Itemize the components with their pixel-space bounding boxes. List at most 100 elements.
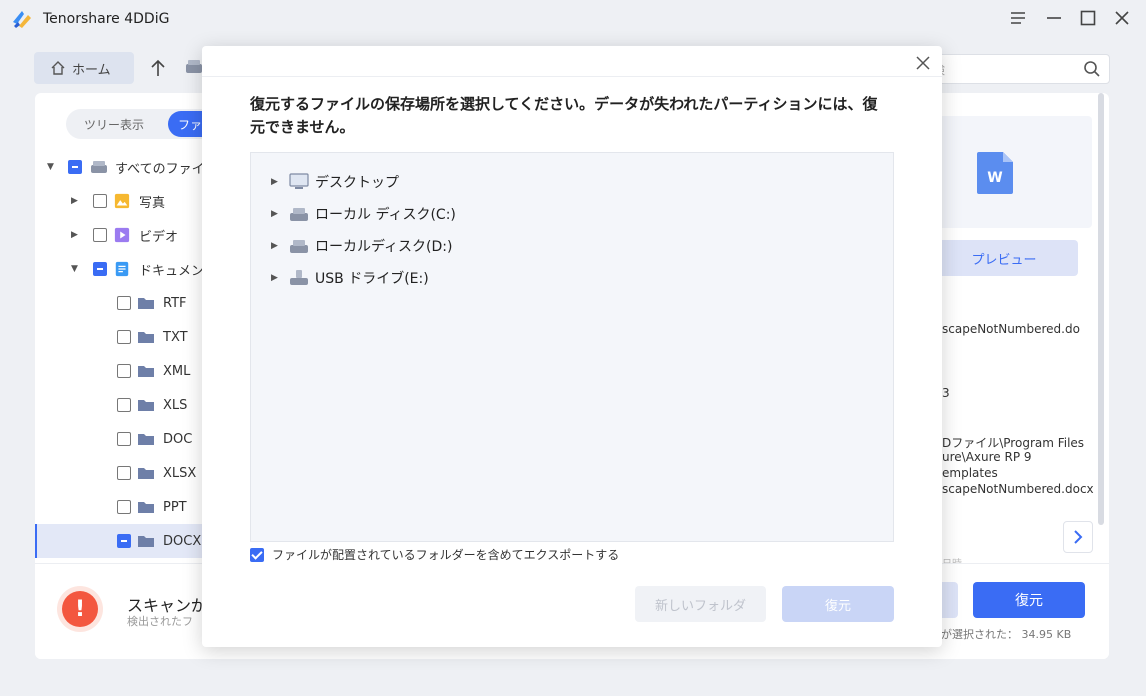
tree-view-toggle[interactable]: ツリー表示 (84, 116, 144, 133)
tree-item-docx[interactable]: DOCX (35, 524, 205, 558)
new-folder-button[interactable]: 新しいフォルダ (635, 586, 766, 622)
file-path-line: scapeNotNumbered.docx (942, 482, 1094, 496)
tree-item-videos[interactable]: ▶ ビデオ (35, 218, 205, 252)
scan-status-subtitle: 検出されたフ (127, 615, 193, 628)
restore-button[interactable]: 復元 (973, 582, 1085, 618)
checkbox[interactable] (117, 432, 131, 446)
tree-item-ppt[interactable]: PPT (35, 490, 205, 524)
chevron-right-icon (1074, 530, 1083, 544)
checkbox[interactable] (117, 330, 131, 344)
export-with-folder-option[interactable]: ファイルが配置されているフォルダーを含めてエクスポートする (250, 546, 619, 563)
home-icon (51, 61, 65, 75)
tree-item-label: TXT (163, 329, 188, 345)
caret-right-icon[interactable]: ▶ (71, 196, 78, 206)
tree-item-label: DOC (163, 431, 193, 447)
checkbox[interactable] (93, 194, 107, 208)
checkbox[interactable] (117, 466, 131, 480)
tree-item-label: ドキュメン (139, 263, 205, 279)
checkbox[interactable] (117, 398, 131, 412)
checkbox[interactable] (68, 160, 82, 174)
export-checkbox[interactable] (250, 547, 264, 562)
selected-size-text: ルが選択された： 34.95 KB (930, 628, 1072, 641)
next-button[interactable] (1063, 521, 1093, 553)
close-icon[interactable] (1112, 8, 1132, 28)
caret-right-icon[interactable]: ▶ (271, 209, 283, 219)
tree-item-documents[interactable]: ▼ ドキュメン (35, 252, 205, 286)
tree-item-rtf[interactable]: RTF (35, 286, 205, 320)
folder-icon (138, 400, 154, 411)
tree-item-label: PPT (163, 499, 187, 515)
usb-drive-icon (290, 270, 308, 285)
tree-item-label: ビデオ (139, 229, 179, 245)
folder-icon (138, 434, 154, 445)
dialog-heading: 復元するファイルの保存場所を選択してください。データが失われたパーティションには… (250, 95, 878, 136)
checkbox[interactable] (117, 296, 131, 310)
search-input[interactable]: 検 (920, 54, 1110, 84)
file-path-line: emplates (942, 466, 998, 480)
tree-item-label: XLS (163, 397, 188, 413)
tree-item-xlsx[interactable]: XLSX (35, 456, 205, 490)
tree-item-txt[interactable]: TXT (35, 320, 205, 354)
location-label: USB ドライブ(E:) (315, 271, 429, 287)
scrollbar[interactable] (1098, 93, 1104, 525)
file-name: scapeNotNumbered.do (942, 322, 1080, 336)
location-item-c-drive[interactable]: ▶ ローカル ディスク(C:) (271, 202, 456, 226)
export-label: ファイルが配置されているフォルダーを含めてエクスポートする (272, 548, 620, 562)
tree-item-xls[interactable]: XLS (35, 388, 205, 422)
checkbox[interactable] (117, 364, 131, 378)
file-date: 日時 (942, 555, 962, 563)
location-item-usb-drive[interactable]: ▶ USB ドライブ(E:) (271, 266, 429, 290)
file-path-line: Dファイル\Program Files (942, 436, 1085, 450)
folder-icon (138, 468, 154, 479)
title-bar: Tenorshare 4DDiG (0, 0, 1146, 40)
folder-icon (138, 298, 154, 309)
file-path-line: ure\Axure RP 9 (942, 450, 1032, 464)
checkbox[interactable] (93, 262, 107, 276)
location-item-desktop[interactable]: ▶ デスクトップ (271, 170, 399, 194)
checkbox[interactable] (93, 228, 107, 242)
desktop-icon (289, 173, 309, 189)
drive-icon (290, 208, 308, 221)
location-label: デスクトップ (315, 175, 399, 191)
up-arrow-icon[interactable] (148, 56, 168, 80)
folder-icon (138, 502, 154, 513)
drive-icon (91, 161, 107, 173)
warning-icon: ! (62, 591, 98, 627)
tree-item-xml[interactable]: XML (35, 354, 205, 388)
preview-button[interactable]: プレビュー (930, 240, 1078, 276)
caret-right-icon[interactable]: ▶ (271, 177, 283, 187)
maximize-icon[interactable] (1078, 8, 1098, 28)
divider (202, 76, 942, 77)
location-label: ローカル ディスク(C:) (315, 207, 456, 223)
drive-icon (186, 60, 202, 73)
location-item-d-drive[interactable]: ▶ ローカルディスク(D:) (271, 234, 452, 258)
tree-item-label: XLSX (163, 465, 197, 481)
tree-item-label: XML (163, 363, 191, 379)
close-icon[interactable] (912, 52, 934, 74)
tree-item-label: DOCX (163, 533, 202, 549)
menu-icon[interactable] (1008, 8, 1028, 28)
checkbox[interactable] (117, 534, 131, 548)
caret-right-icon[interactable]: ▶ (271, 241, 283, 251)
tree-item-label: RTF (163, 295, 187, 311)
folder-icon (138, 536, 154, 547)
caret-right-icon[interactable]: ▶ (271, 273, 283, 283)
location-tree: ▶ デスクトップ ▶ ローカル ディスク(C:) ▶ ローカルディスク(D:) … (250, 152, 894, 542)
caret-right-icon[interactable]: ▶ (71, 230, 78, 240)
file-size: 3 (942, 386, 950, 400)
caret-down-icon[interactable]: ▼ (71, 264, 78, 274)
tree-item-doc[interactable]: DOC (35, 422, 205, 456)
save-location-dialog: 復元するファイルの保存場所を選択してください。データが失われたパーティションには… (202, 46, 942, 647)
dialog-restore-button[interactable]: 復元 (782, 586, 894, 622)
tree-item-photos[interactable]: ▶ 写真 (35, 184, 205, 218)
search-icon[interactable] (1083, 60, 1101, 78)
folder-icon (138, 366, 154, 377)
home-label: ホーム (72, 62, 111, 78)
caret-down-icon[interactable]: ▼ (47, 162, 54, 172)
home-button[interactable]: ホーム (34, 52, 134, 84)
tree-item-all-files[interactable]: ▼ すべてのファイ (35, 150, 205, 184)
tree-item-label: 写真 (139, 195, 166, 211)
minimize-icon[interactable] (1044, 8, 1064, 28)
checkbox[interactable] (117, 500, 131, 514)
document-icon (115, 261, 129, 277)
